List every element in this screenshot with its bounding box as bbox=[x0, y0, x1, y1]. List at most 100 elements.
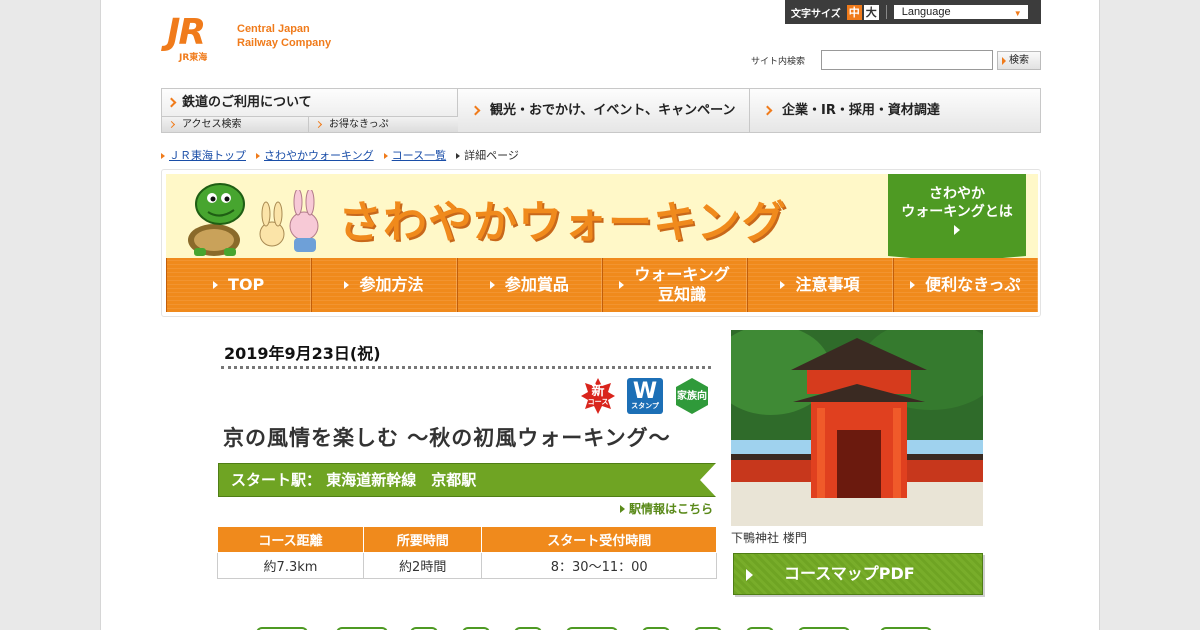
chevron-down-icon: ▼ bbox=[1013, 9, 1022, 18]
utility-divider bbox=[885, 5, 887, 19]
new-course-badge-sub: コース bbox=[587, 398, 609, 406]
chevron-right-icon bbox=[166, 97, 177, 108]
logo-sub-text: JR東海 bbox=[179, 53, 208, 63]
walking-nav-tickets[interactable]: 便利なきっぷ bbox=[892, 258, 1038, 312]
banner-header: さわやかウォーキング さわやか ウォーキングとは bbox=[166, 174, 1038, 262]
family-badge-label: 家族向 bbox=[677, 390, 707, 402]
triangle-right-icon bbox=[213, 281, 219, 289]
gnav-corporate-label: 企業・IR・採用・資材調達 bbox=[782, 103, 940, 118]
chevron-right-icon bbox=[762, 105, 773, 116]
triangle-right-icon bbox=[780, 281, 786, 289]
walking-nav-how-to-join[interactable]: 参加方法 bbox=[311, 258, 457, 312]
course-map-pdf-label: コースマップPDF bbox=[784, 564, 915, 583]
utility-bar: 文字サイズ 中 大 Language ▼ bbox=[785, 0, 1041, 24]
chevron-right-icon bbox=[470, 105, 481, 116]
triangle-right-icon bbox=[910, 281, 916, 289]
font-size-large-button[interactable]: 大 bbox=[863, 4, 879, 20]
chevron-right-icon bbox=[314, 120, 323, 129]
walking-nav-label: TOP bbox=[228, 275, 265, 294]
breadcrumb-item[interactable]: コース一覧 bbox=[383, 147, 446, 163]
banner-title: さわやかウォーキング bbox=[338, 197, 787, 248]
breadcrumb-link-course-list[interactable]: コース一覧 bbox=[392, 149, 446, 162]
chevron-right-icon bbox=[167, 120, 176, 129]
walking-nav-prizes[interactable]: 参加賞品 bbox=[456, 258, 602, 312]
walking-nav-label: 注意事項 bbox=[795, 275, 860, 294]
breadcrumb-item[interactable]: さわやかウォーキング bbox=[256, 147, 374, 163]
gnav-rail-usage[interactable]: 鉄道のご利用について bbox=[162, 89, 458, 116]
site-search-input[interactable] bbox=[821, 50, 993, 70]
breadcrumb: ＪＲ東海トップ さわやかウォーキング コース一覧 詳細ページ bbox=[161, 147, 519, 163]
table-cell-duration: 約2時間 bbox=[362, 552, 483, 579]
new-course-badge: 新コース bbox=[581, 378, 615, 414]
gnav-tourism[interactable]: 観光・おでかけ、イベント、キャンペーン bbox=[458, 89, 750, 132]
gnav-tourism-label: 観光・おでかけ、イベント、キャンペーン bbox=[490, 103, 736, 118]
search-button[interactable]: 検索 bbox=[997, 51, 1041, 70]
breadcrumb-item[interactable]: ＪＲ東海トップ bbox=[161, 147, 246, 163]
shimogamo-shrine-photo bbox=[731, 330, 983, 526]
gnav-rail-usage-label: 鉄道のご利用について bbox=[182, 95, 312, 110]
triangle-right-icon bbox=[161, 153, 165, 159]
language-select-label: Language bbox=[901, 6, 951, 18]
gnav-access-search[interactable]: アクセス検索 bbox=[162, 116, 309, 132]
about-walking-button[interactable]: さわやか ウォーキングとは bbox=[888, 174, 1026, 262]
triangle-right-icon bbox=[256, 153, 260, 159]
start-station-bar: スタート駅： 東海道新幹線 京都駅 bbox=[218, 463, 716, 497]
course-map-pdf-button[interactable]: コースマップPDF bbox=[733, 553, 983, 595]
triangle-right-icon bbox=[456, 153, 461, 159]
table-header-cell: コース距離 bbox=[217, 526, 364, 553]
breadcrumb-link-jr-top[interactable]: ＪＲ東海トップ bbox=[169, 149, 246, 162]
w-stamp-badge-label: W bbox=[632, 379, 658, 404]
w-stamp-badge: W スタンプ bbox=[627, 378, 663, 414]
company-name-line1: Central Japan bbox=[237, 23, 310, 35]
walking-nav-label: 豆知識 bbox=[658, 285, 707, 304]
triangle-right-icon bbox=[954, 225, 960, 235]
font-size-medium-button[interactable]: 中 bbox=[846, 4, 862, 20]
course-title: 京の風情を楽しむ ～秋の初風ウォーキング～ bbox=[223, 426, 671, 450]
gnav-discount-tickets[interactable]: お得なきっぷ bbox=[309, 116, 458, 132]
walking-nav-tips[interactable]: ウォーキング 豆知識 bbox=[601, 258, 748, 312]
jr-logo-mark: JR JR東海 bbox=[167, 12, 229, 64]
walking-nav-notes[interactable]: 注意事項 bbox=[747, 258, 893, 312]
walking-banner: さわやかウォーキング さわやか ウォーキングとは TOP 参加方法 参加賞品 ウ… bbox=[161, 169, 1041, 317]
triangle-right-icon bbox=[383, 153, 388, 159]
gnav-access-search-label: アクセス検索 bbox=[182, 119, 242, 130]
new-course-badge-text: 新コース bbox=[587, 385, 609, 406]
triangle-right-icon bbox=[344, 281, 350, 289]
walking-nav-label: 参加方法 bbox=[359, 275, 424, 294]
table-header-row: コース距離 所要時間 スタート受付時間 bbox=[217, 526, 717, 553]
walking-nav: TOP 参加方法 参加賞品 ウォーキング 豆知識 注意事項 便利なきっぷ bbox=[166, 258, 1038, 312]
page: JR JR東海 Central Japan Railway Company 文字… bbox=[100, 0, 1100, 630]
triangle-right-icon bbox=[489, 281, 495, 289]
gnav-corporate[interactable]: 企業・IR・採用・資材調達 bbox=[750, 89, 1040, 132]
triangle-right-icon bbox=[619, 281, 625, 289]
walking-nav-label-stack: ウォーキング 豆知識 bbox=[634, 265, 730, 305]
company-name-line2: Railway Company bbox=[237, 37, 332, 49]
walking-nav-label: ウォーキング bbox=[634, 265, 730, 284]
jr-central-logo[interactable]: JR JR東海 Central Japan Railway Company bbox=[167, 12, 331, 64]
table-header-cell: スタート受付時間 bbox=[481, 526, 717, 553]
table-header-cell: 所要時間 bbox=[362, 526, 483, 553]
station-info-link[interactable]: 駅情報はこちら bbox=[620, 500, 713, 517]
walking-nav-label: 参加賞品 bbox=[504, 275, 569, 294]
language-select[interactable]: Language ▼ bbox=[893, 5, 1028, 19]
divider bbox=[221, 366, 711, 369]
turtle-mascot-icon bbox=[188, 183, 245, 256]
course-info-table: コース距離 所要時間 スタート受付時間 約7.3km 約2時間 8：30～11：… bbox=[217, 526, 717, 579]
site-search-label: サイト内検索 bbox=[751, 57, 806, 67]
font-size-label: 文字サイズ bbox=[791, 8, 841, 20]
gnav-rail-group: 鉄道のご利用について アクセス検索 お得なきっぷ bbox=[162, 89, 458, 132]
breadcrumb-link-walking[interactable]: さわやかウォーキング bbox=[264, 149, 374, 162]
company-name: Central Japan Railway Company bbox=[237, 22, 331, 50]
table-cell-distance: 約7.3km bbox=[217, 552, 364, 579]
about-walking-line1: さわやか bbox=[929, 186, 985, 202]
about-walking-line2: ウォーキングとは bbox=[901, 204, 1013, 220]
walking-nav-label: 便利なきっぷ bbox=[925, 275, 1021, 294]
rabbit-mascots-icon bbox=[259, 190, 319, 252]
logo-jr-text: JR bbox=[167, 12, 206, 53]
walking-nav-top[interactable]: TOP bbox=[166, 258, 312, 312]
breadcrumb-current: 詳細ページ bbox=[456, 147, 519, 163]
event-date: 2019年9月23日(祝) bbox=[224, 344, 381, 363]
family-badge: 家族向 bbox=[674, 378, 710, 414]
table-cell-start-time: 8：30～11：00 bbox=[481, 552, 717, 579]
photo-caption: 下鴨神社 楼門 bbox=[731, 531, 807, 545]
